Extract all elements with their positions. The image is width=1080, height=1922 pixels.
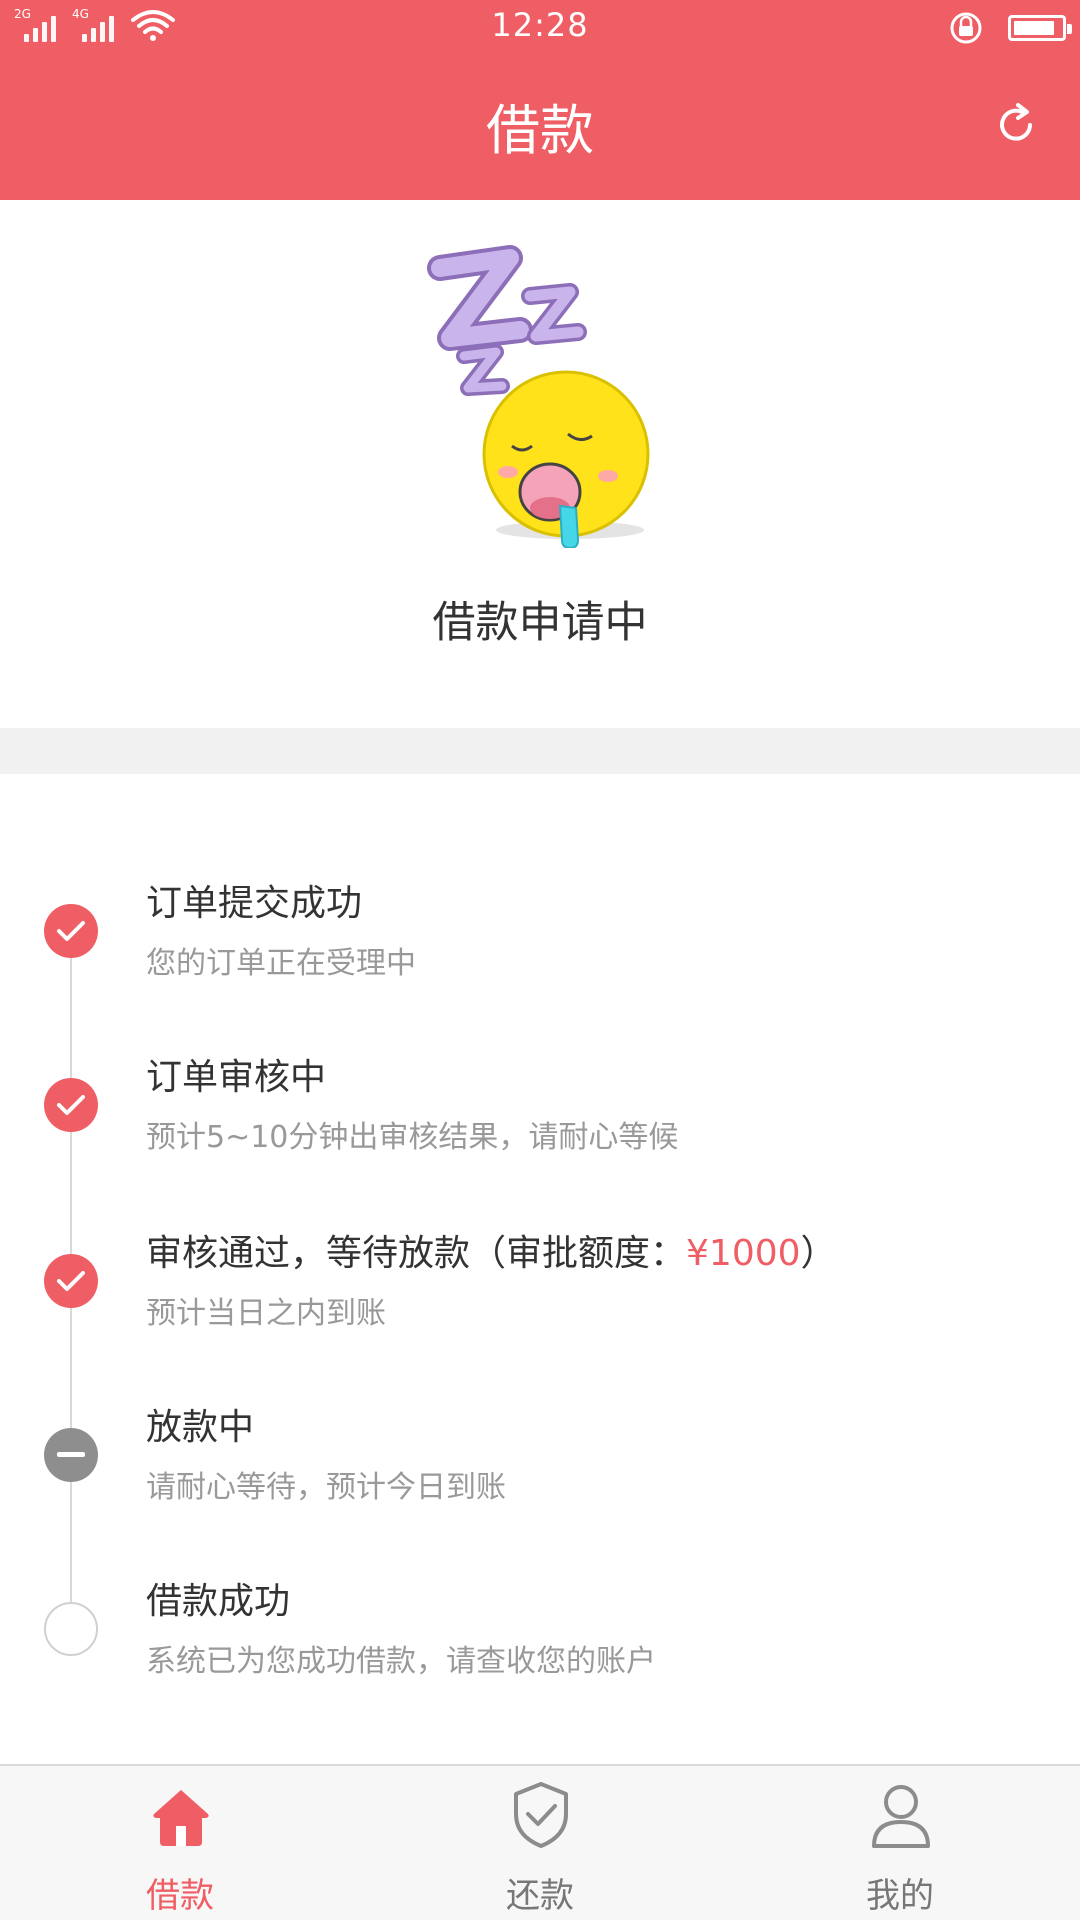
refresh-icon[interactable] <box>994 102 1040 148</box>
timeline-step: 订单提交成功 您的订单正在受理中 <box>0 874 1080 1024</box>
app-header: 2G 4G 12:28 借款 <box>0 0 1080 200</box>
nav-item-repay[interactable]: 还款 <box>360 1766 720 1922</box>
approved-amount: ¥1000 <box>686 1233 801 1274</box>
sleeping-face-illustration <box>427 245 650 548</box>
application-status-section: 借款申请中 <box>0 200 1080 728</box>
step-subtitle: 您的订单正在受理中 <box>146 946 416 981</box>
check-icon <box>44 1078 98 1132</box>
shield-check-icon <box>514 1782 568 1848</box>
nav-label: 还款 <box>506 1876 574 1916</box>
application-status-text: 借款申请中 <box>432 598 648 648</box>
step-title: 订单审核中 <box>146 1057 327 1098</box>
timeline-step: 放款中 请耐心等待，预计今日到账 <box>0 1398 1080 1548</box>
check-icon <box>44 1254 98 1308</box>
progress-timeline: 订单提交成功 您的订单正在受理中 订单审核中 预计5~10分钟出审核结果，请耐心… <box>0 774 1080 1764</box>
step-subtitle: 预计当日之内到账 <box>146 1296 386 1331</box>
page-title: 借款 <box>486 99 594 162</box>
step-subtitle: 预计5~10分钟出审核结果，请耐心等候 <box>146 1120 679 1155</box>
step-title: 订单提交成功 <box>146 883 363 924</box>
nav-item-borrow[interactable]: 借款 <box>0 1766 360 1922</box>
section-divider <box>0 728 1080 774</box>
timeline-step: 审核通过，等待放款（审批额度：¥1000） 预计当日之内到账 <box>0 1224 1080 1374</box>
minus-icon <box>44 1428 98 1482</box>
check-icon <box>44 904 98 958</box>
rotation-lock-icon <box>950 12 982 44</box>
step-subtitle: 请耐心等待，预计今日到账 <box>146 1470 506 1505</box>
status-time: 12:28 <box>491 6 589 44</box>
battery-icon <box>1008 15 1072 41</box>
timeline-step: 借款成功 系统已为您成功借款，请查收您的账户 <box>0 1572 1080 1722</box>
nav-item-mine[interactable]: 我的 <box>720 1766 1080 1922</box>
timeline-step: 订单审核中 预计5~10分钟出审核结果，请耐心等候 <box>0 1048 1080 1198</box>
home-icon <box>153 1790 209 1846</box>
bottom-nav: 借款 还款 我的 <box>0 1764 1080 1920</box>
nav-label: 借款 <box>146 1876 214 1916</box>
status-bar: 2G 4G 12:28 <box>0 0 1080 56</box>
user-icon <box>872 1785 930 1848</box>
step-subtitle: 系统已为您成功借款，请查收您的账户 <box>146 1644 656 1679</box>
nav-label: 我的 <box>866 1876 934 1916</box>
step-title: 放款中 <box>146 1407 255 1448</box>
step-title: 借款成功 <box>146 1581 291 1622</box>
step-title: 审核通过，等待放款（审批额度：¥1000） <box>146 1233 837 1274</box>
empty-circle-icon <box>44 1602 98 1656</box>
